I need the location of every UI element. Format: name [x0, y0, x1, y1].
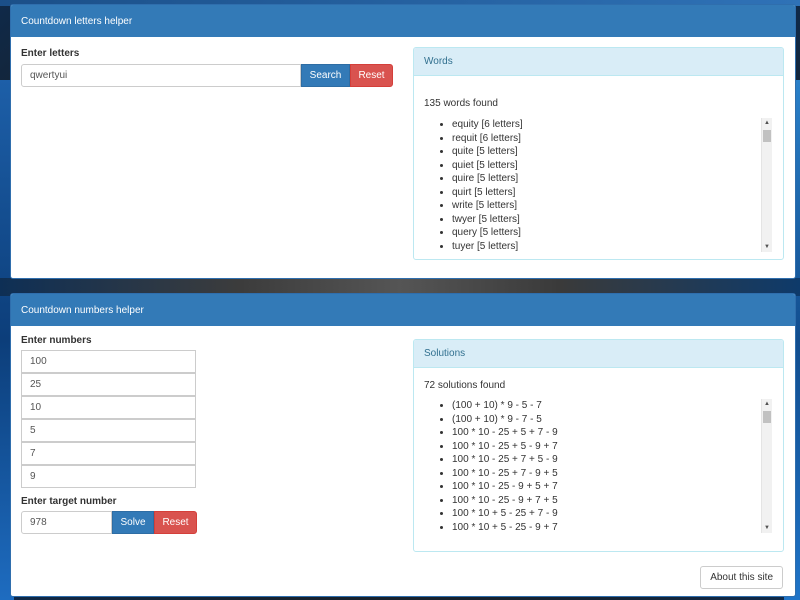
solution-list-item: 100 * 10 + 5 - 25 - 9 + 7: [452, 521, 772, 534]
scroll-down-arrow-icon[interactable]: ▼: [762, 242, 772, 252]
solution-list-item: (100 + 10) * 9 - 5 - 7: [452, 399, 772, 413]
numbers-panel-title: Countdown numbers helper: [11, 294, 795, 326]
word-list-item: quite [5 letters]: [452, 145, 772, 159]
number-input-1[interactable]: [21, 350, 196, 373]
word-list-item: twyer [5 letters]: [452, 213, 772, 227]
solution-list-item: 100 * 10 - 25 - 9 + 7 + 5: [452, 494, 772, 508]
number-input-2[interactable]: [21, 373, 196, 396]
solution-list-item: 100 * 10 + 5 - 25 + 7 - 9: [452, 507, 772, 521]
word-list-item: quirt [5 letters]: [452, 186, 772, 200]
enter-letters-label: Enter letters: [21, 48, 80, 59]
number-input-5[interactable]: [21, 442, 196, 465]
scroll-up-arrow-icon[interactable]: ▲: [762, 399, 772, 409]
letters-input-group: Search Reset: [21, 64, 393, 87]
solutions-panel: Solutions 72 solutions found (100 + 10) …: [413, 339, 784, 552]
solutions-scrollbar[interactable]: ▲ ▼: [761, 399, 772, 533]
scroll-down-arrow-icon[interactable]: ▼: [762, 523, 772, 533]
number-input-3[interactable]: [21, 396, 196, 419]
target-input[interactable]: [21, 511, 112, 534]
words-scroll-thumb[interactable]: [763, 130, 771, 142]
word-list-item: tuyer [5 letters]: [452, 240, 772, 253]
letters-panel: Countdown letters helper Enter letters S…: [10, 4, 796, 279]
words-panel: Words 135 words found equity [6 letters]…: [413, 47, 784, 260]
about-button[interactable]: About this site: [700, 566, 783, 589]
solutions-count: 72 solutions found: [424, 380, 506, 391]
enter-target-label: Enter target number: [21, 496, 117, 507]
word-list-item: write [5 letters]: [452, 199, 772, 213]
letters-reset-button[interactable]: Reset: [350, 64, 393, 87]
solutions-scroll-thumb[interactable]: [763, 411, 771, 423]
words-scrollbar[interactable]: ▲ ▼: [761, 118, 772, 252]
solutions-panel-title: Solutions: [414, 340, 783, 368]
words-list-box[interactable]: equity [6 letters]requit [6 letters]quit…: [424, 118, 772, 252]
solution-list-item: 100 * 10 - 25 + 7 - 9 + 5: [452, 467, 772, 481]
solution-list-item: 100 * 10 - 25 - 9 + 5 + 7: [452, 480, 772, 494]
search-button[interactable]: Search: [301, 64, 350, 87]
words-list: equity [6 letters]requit [6 letters]quit…: [424, 118, 772, 252]
target-input-group: Solve Reset: [21, 511, 197, 534]
word-list-item: quiet [5 letters]: [452, 159, 772, 173]
letters-panel-title: Countdown letters helper: [11, 5, 795, 37]
letters-input[interactable]: [21, 64, 301, 87]
numbers-panel: Countdown numbers helper Enter numbers E…: [10, 293, 796, 597]
solutions-list-box[interactable]: (100 + 10) * 9 - 5 - 7(100 + 10) * 9 - 7…: [424, 399, 772, 533]
words-count: 135 words found: [424, 98, 498, 109]
number-input-6[interactable]: [21, 465, 196, 488]
words-panel-title: Words: [414, 48, 783, 76]
number-input-4[interactable]: [21, 419, 196, 442]
word-list-item: query [5 letters]: [452, 226, 772, 240]
solve-button[interactable]: Solve: [112, 511, 154, 534]
solution-list-item: 100 * 10 - 25 + 7 + 5 - 9: [452, 453, 772, 467]
scroll-up-arrow-icon[interactable]: ▲: [762, 118, 772, 128]
enter-numbers-label: Enter numbers: [21, 335, 92, 346]
numbers-reset-button[interactable]: Reset: [154, 511, 197, 534]
solution-list-item: 100 * 10 - 25 + 5 + 7 - 9: [452, 426, 772, 440]
word-list-item: quire [5 letters]: [452, 172, 772, 186]
word-list-item: equity [6 letters]: [452, 118, 772, 132]
solutions-list: (100 + 10) * 9 - 5 - 7(100 + 10) * 9 - 7…: [424, 399, 772, 533]
word-list-item: requit [6 letters]: [452, 132, 772, 146]
solution-list-item: (100 + 10) * 9 - 7 - 5: [452, 413, 772, 427]
solution-list-item: 100 * 10 - 25 + 5 - 9 + 7: [452, 440, 772, 454]
